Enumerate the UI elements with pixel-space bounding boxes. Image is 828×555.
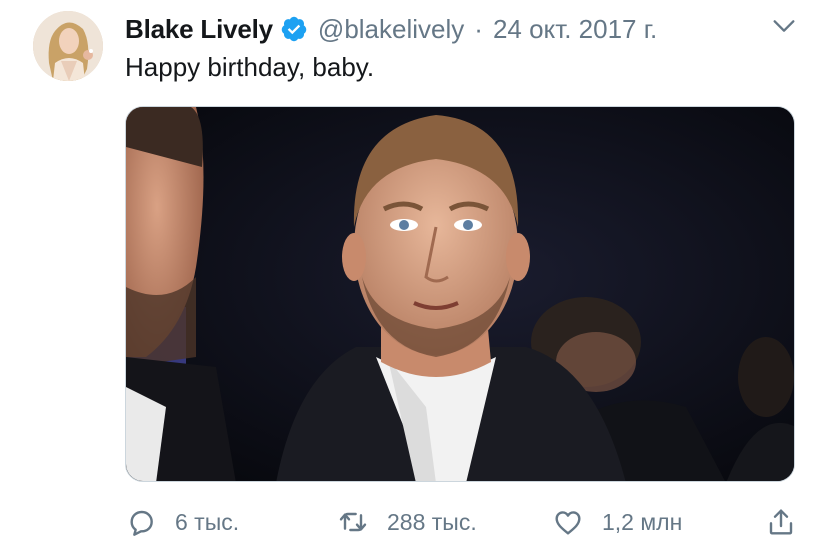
reply-button[interactable]: 6 тыс. bbox=[125, 502, 239, 542]
avatar-image bbox=[33, 11, 103, 81]
share-button[interactable] bbox=[765, 502, 797, 542]
verified-badge-icon bbox=[280, 15, 308, 43]
heart-icon bbox=[555, 511, 581, 535]
tweet-header: Blake Lively @blakelively · 24 окт. 2017… bbox=[125, 12, 657, 46]
like-count: 1,2 млн bbox=[602, 508, 683, 535]
retweet-count: 288 тыс. bbox=[387, 508, 477, 535]
tweet-card[interactable]: Blake Lively @blakelively · 24 окт. 2017… bbox=[0, 0, 828, 555]
retweet-icon bbox=[339, 512, 367, 532]
tweet-photo[interactable] bbox=[125, 106, 795, 482]
avatar[interactable] bbox=[33, 11, 103, 81]
like-button[interactable]: 1,2 млн bbox=[552, 502, 682, 542]
reply-icon bbox=[130, 510, 153, 536]
tweet-date[interactable]: 24 окт. 2017 г. bbox=[493, 14, 657, 45]
retweet-button[interactable]: 288 тыс. bbox=[337, 502, 477, 542]
author-name[interactable]: Blake Lively bbox=[125, 14, 273, 45]
tweet-actions: 6 тыс. 288 тыс. 1,2 млн bbox=[125, 502, 805, 542]
tweet-text: Happy birthday, baby. bbox=[125, 52, 375, 82]
chevron-down-icon[interactable] bbox=[770, 12, 798, 40]
reply-count: 6 тыс. bbox=[175, 508, 240, 535]
photo-image bbox=[126, 107, 794, 481]
author-handle[interactable]: @blakelively bbox=[318, 14, 464, 45]
share-icon bbox=[769, 509, 793, 535]
separator-dot: · bbox=[474, 13, 483, 44]
